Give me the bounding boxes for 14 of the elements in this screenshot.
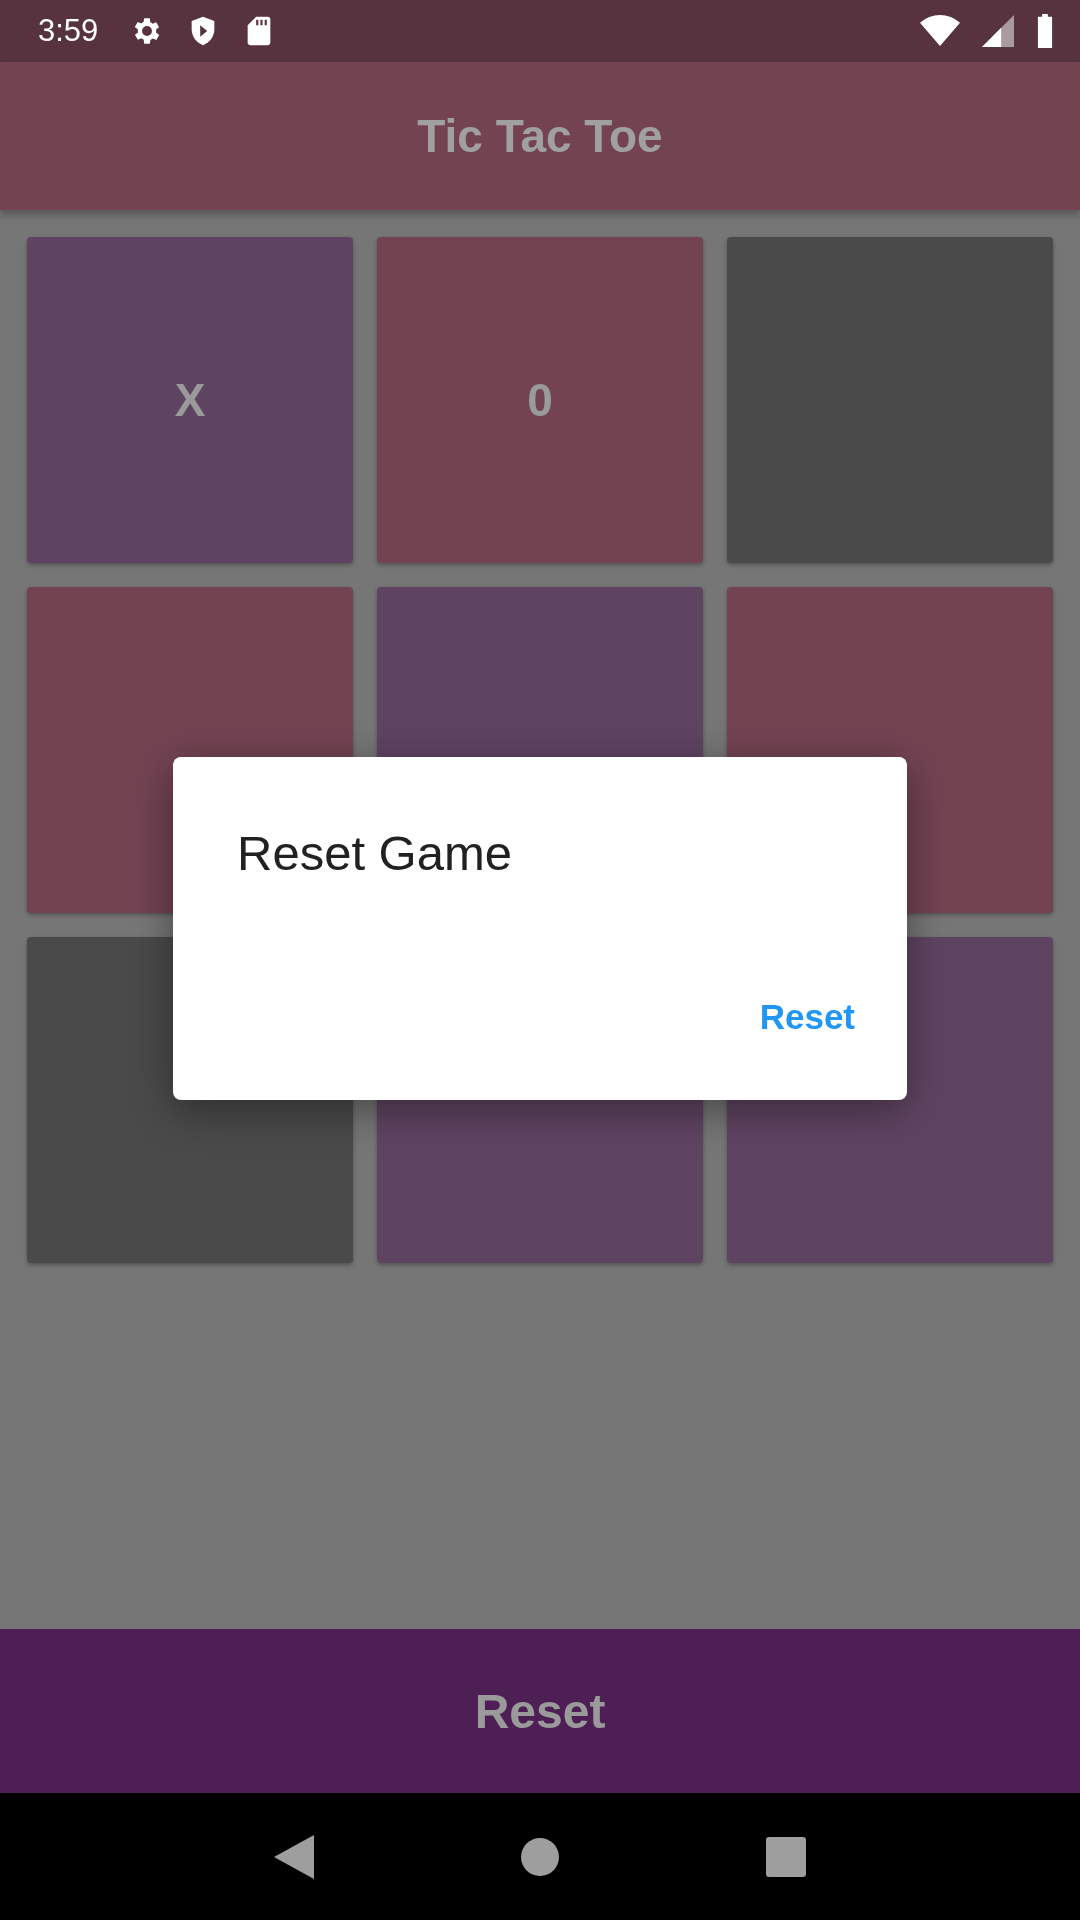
reset-button[interactable]: Reset <box>0 1629 1080 1793</box>
app-title: Tic Tac Toe <box>417 109 663 163</box>
dialog-reset-button[interactable]: Reset <box>759 989 855 1045</box>
back-icon[interactable] <box>273 1834 314 1879</box>
status-time: 3:59 <box>38 13 99 49</box>
signal-icon <box>982 15 1014 47</box>
wifi-icon <box>920 14 960 48</box>
board-cell[interactable]: 0 <box>377 237 703 563</box>
dialog-title: Reset Game <box>237 825 514 881</box>
battery-icon <box>1036 14 1054 48</box>
home-icon[interactable] <box>521 1837 559 1876</box>
board-cell[interactable] <box>727 237 1053 563</box>
recents-icon[interactable] <box>766 1836 807 1877</box>
board-cell[interactable]: X <box>27 237 353 563</box>
